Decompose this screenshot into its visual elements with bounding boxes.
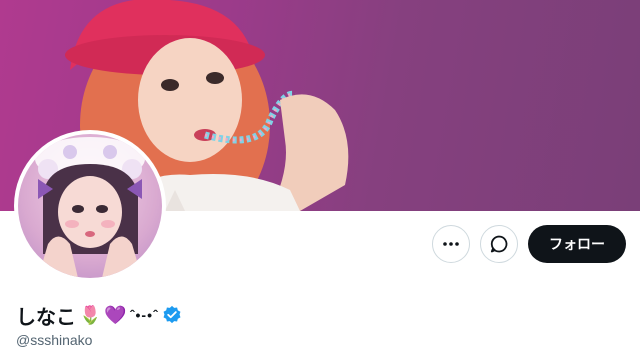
display-name-row: しなこ 🌷 💜 ˆ•-•ˆ [16, 302, 182, 329]
purple-heart-emoji: 💜 [104, 305, 127, 325]
more-horizontal-icon [443, 242, 459, 246]
more-button[interactable] [432, 225, 470, 263]
message-button[interactable] [480, 225, 518, 263]
follow-button-label: フォロー [549, 236, 605, 252]
user-handle: @ssshinako [16, 332, 93, 348]
message-bubble-icon [490, 235, 508, 253]
avatar-image [18, 134, 162, 278]
profile-avatar[interactable] [14, 130, 166, 282]
follow-button[interactable]: フォロー [528, 225, 626, 263]
display-name: しなこ [16, 306, 76, 329]
verified-badge-icon[interactable] [162, 305, 182, 325]
tulip-emoji: 🌷 [79, 305, 102, 325]
kaomoji: ˆ•-•ˆ [129, 307, 159, 323]
